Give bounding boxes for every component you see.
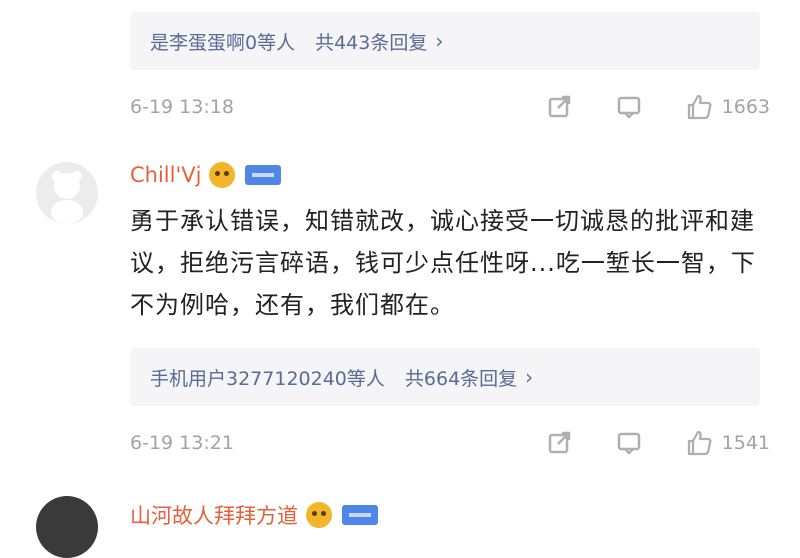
reply-users: 是李蛋蛋啊0等人 (150, 31, 296, 54)
comment-username[interactable]: 山河故人拜拜方道 (130, 500, 378, 530)
chevron-right-icon: › (435, 29, 444, 53)
share-icon[interactable] (544, 428, 574, 458)
reply-count: 共443条回复 (315, 31, 428, 54)
member-badge-icon (342, 505, 378, 525)
comment-time: 6-19 13:18 (130, 96, 234, 118)
thumbs-up-icon (687, 430, 712, 456)
like-button[interactable]: 1541 (684, 428, 770, 458)
username-text: 山河故人拜拜方道 (130, 504, 298, 528)
comment-icon[interactable] (614, 92, 644, 122)
member-badge-icon (245, 165, 282, 185)
reply-count: 共664条回复 (404, 367, 518, 390)
like-button[interactable]: 1663 (684, 92, 770, 122)
comment-meta: 6-19 13:18 1663 (130, 92, 770, 122)
reply-summary[interactable]: 手机用户3277120240等人 共664条回复 › (130, 348, 760, 406)
comment-username[interactable]: Chill'Vj (130, 162, 282, 188)
avatar-image (51, 171, 83, 224)
avatar[interactable] (36, 496, 98, 558)
thumbs-up-icon (687, 94, 712, 120)
comment-text: 勇于承认错误，知错就改，诚心接受一切诚恳的批评和建议，拒绝污言碎语，钱可少点任性… (130, 207, 756, 319)
reply-users: 手机用户3277120240等人 (150, 367, 385, 390)
like-count: 1663 (721, 96, 770, 118)
emoji-icon (306, 502, 332, 528)
comment-meta: 6-19 13:21 1541 (130, 428, 770, 458)
username-text: Chill'Vj (130, 163, 202, 187)
comment-time: 6-19 13:21 (130, 432, 234, 454)
share-icon[interactable] (544, 92, 574, 122)
chevron-right-icon: › (525, 365, 534, 389)
comment-icon[interactable] (614, 428, 644, 458)
like-count: 1541 (721, 432, 770, 454)
emoji-icon (209, 162, 236, 188)
reply-summary[interactable]: 是李蛋蛋啊0等人 共443条回复 › (130, 12, 760, 70)
avatar[interactable] (36, 162, 98, 224)
